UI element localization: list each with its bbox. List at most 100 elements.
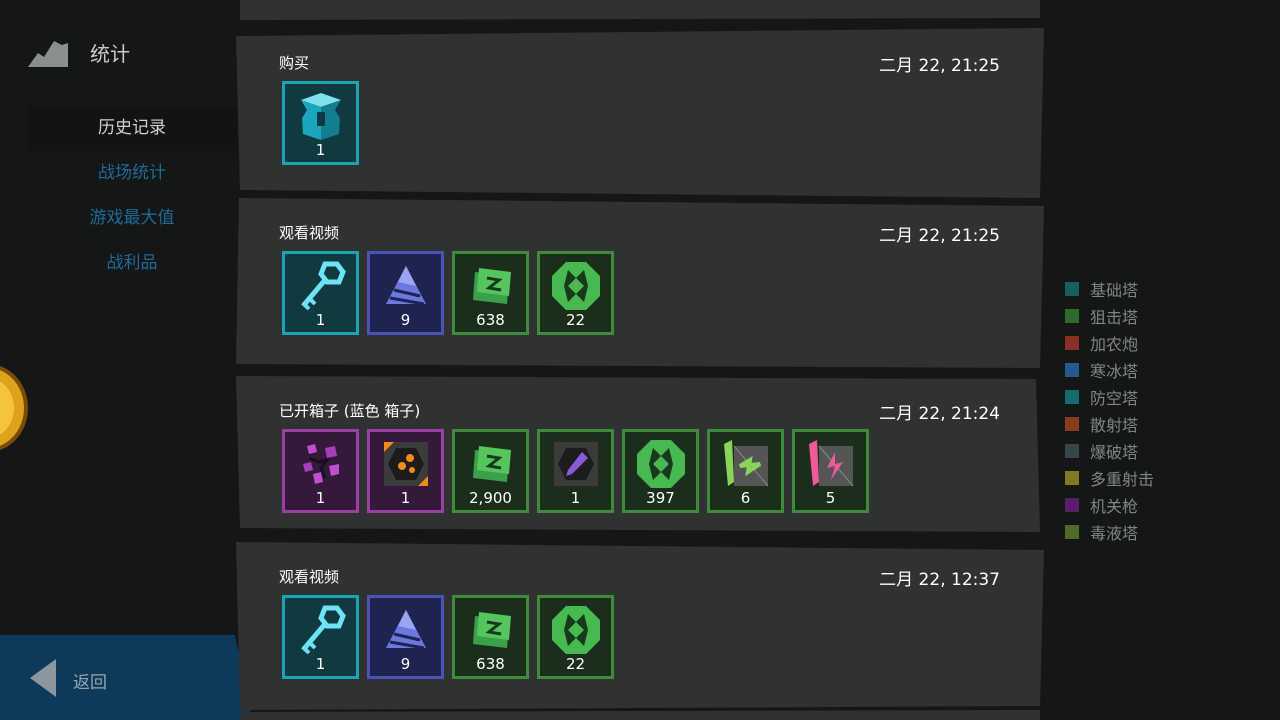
green-coin-icon	[637, 440, 685, 488]
green-banner-icon	[724, 440, 769, 487]
reward-qty: 1	[315, 141, 326, 159]
event-title: 已开箱子 (蓝色 箱子)	[279, 402, 421, 420]
purple-crystals-icon	[303, 444, 339, 484]
reward-tile[interactable]: 22	[537, 595, 614, 679]
event-time: 二月 22, 12:37	[879, 570, 1000, 590]
pink-banner-icon	[809, 440, 854, 487]
reward-qty: 1	[315, 489, 326, 507]
history-card: 购买 二月 22, 21:25 1	[236, 28, 1044, 198]
reward-tile[interactable]: 1	[367, 429, 444, 513]
scroll-icon	[473, 268, 511, 304]
blue-chest-icon	[301, 93, 341, 140]
back-arrow-icon	[30, 659, 56, 697]
legend-swatch	[1065, 416, 1079, 431]
reward-qty: 397	[646, 489, 675, 507]
legend-item: 爆破塔	[1065, 437, 1154, 464]
event-title: 观看视频	[279, 224, 340, 242]
reward-tile[interactable]: 1	[282, 251, 359, 335]
legend-label: 防空塔	[1090, 388, 1139, 408]
legend-swatch	[1065, 524, 1079, 539]
tile-pyramid-icon	[386, 266, 426, 306]
reward-qty: 2,900	[469, 489, 512, 507]
tile-pyramid-icon	[386, 610, 426, 650]
legend-swatch	[1065, 470, 1079, 485]
reward-tile[interactable]: 1	[282, 595, 359, 679]
scroll-icon	[473, 612, 511, 648]
history-list[interactable]: 购买 二月 22, 21:25 1 观看视频 二月 22, 21:25 1 9 …	[236, 0, 1044, 720]
legend-label: 爆破塔	[1090, 442, 1139, 462]
reward-tile[interactable]: 6	[707, 429, 784, 513]
history-card: 观看视频 二月 22, 21:25 1 9 638 22	[236, 198, 1044, 368]
reward-qty: 1	[570, 489, 581, 507]
reward-items: 1 1 2,900 1 397 6 5	[282, 429, 877, 513]
reward-tile[interactable]: 1	[537, 429, 614, 513]
reward-qty: 1	[315, 655, 326, 673]
reward-qty: 22	[565, 311, 586, 329]
legend-item: 多重射击	[1065, 464, 1154, 491]
legend-label: 散射塔	[1090, 415, 1139, 435]
reward-tile[interactable]: 638	[452, 595, 529, 679]
reward-qty: 1	[315, 311, 326, 329]
orange-module-icon	[384, 442, 428, 486]
back-button[interactable]: 返回	[0, 635, 252, 720]
legend-swatch	[1065, 281, 1079, 296]
stats-header: 统计	[28, 38, 130, 67]
legend-item: 毒液塔	[1065, 518, 1154, 545]
reward-tile[interactable]: 22	[537, 251, 614, 335]
legend-swatch	[1065, 389, 1079, 404]
page-title: 统计	[90, 42, 130, 66]
key-icon	[301, 261, 346, 311]
legend-label: 毒液塔	[1090, 523, 1139, 543]
key-icon	[301, 605, 346, 655]
legend-swatch	[1065, 335, 1079, 350]
nav-loot[interactable]: 战利品	[27, 241, 237, 286]
gold-coin-icon	[0, 366, 28, 450]
reward-tile[interactable]: 638	[452, 251, 529, 335]
reward-items: 1 9 638 22	[282, 251, 622, 335]
history-card: 已开箱子 (蓝色 箱子) 二月 22, 21:24 1 1 2,900 1 39…	[236, 376, 1040, 532]
legend-item: 加农炮	[1065, 329, 1154, 356]
reward-tile[interactable]: 9	[367, 595, 444, 679]
legend-item: 防空塔	[1065, 383, 1154, 410]
legend-item: 散射塔	[1065, 410, 1154, 437]
reward-qty: 5	[825, 489, 836, 507]
green-coin-icon	[552, 606, 600, 654]
legend-item: 寒冰塔	[1065, 356, 1154, 383]
legend-label: 狙击塔	[1090, 307, 1139, 327]
event-time: 二月 22, 21:25	[879, 56, 1000, 76]
reward-tile[interactable]: 2,900	[452, 429, 529, 513]
tower-legend: 基础塔 狙击塔 加农炮 寒冰塔 防空塔 散射塔 爆破塔 多重射击 机关枪 毒液塔	[1065, 275, 1154, 545]
reward-tile[interactable]: 1	[282, 429, 359, 513]
sidebar-nav: 历史记录 战场统计 游戏最大值 战利品	[27, 106, 237, 286]
reward-items: 1 9 638 22	[282, 595, 622, 679]
reward-tile[interactable]: 9	[367, 251, 444, 335]
legend-label: 多重射击	[1090, 469, 1155, 489]
nav-game-max[interactable]: 游戏最大值	[27, 196, 237, 241]
reward-qty: 638	[476, 655, 505, 673]
reward-qty: 22	[565, 655, 586, 673]
reward-tile[interactable]: 5	[792, 429, 869, 513]
legend-swatch	[1065, 443, 1079, 458]
mountain-icon	[28, 40, 68, 67]
nav-history[interactable]: 历史记录	[27, 106, 237, 151]
nav-battle-stats[interactable]: 战场统计	[27, 151, 237, 196]
legend-label: 加农炮	[1090, 334, 1139, 354]
event-title: 购买	[279, 54, 310, 72]
legend-item: 机关枪	[1065, 491, 1154, 518]
event-title: 观看视频	[279, 568, 340, 586]
reward-tile[interactable]: 397	[622, 429, 699, 513]
legend-item: 基础塔	[1065, 275, 1154, 302]
history-card-partial-top	[240, 0, 1040, 20]
back-label: 返回	[73, 673, 107, 693]
legend-item: 狙击塔	[1065, 302, 1154, 329]
legend-swatch	[1065, 362, 1079, 377]
reward-tile[interactable]: 1	[282, 81, 359, 165]
legend-swatch	[1065, 497, 1079, 512]
green-coin-icon	[552, 262, 600, 310]
reward-items: 1	[282, 81, 367, 165]
purple-module-icon	[554, 442, 598, 486]
event-time: 二月 22, 21:24	[879, 404, 1000, 424]
history-card-partial-bottom	[240, 710, 1040, 720]
history-card: 观看视频 二月 22, 12:37 1 9 638 22	[236, 542, 1044, 710]
legend-swatch	[1065, 308, 1079, 323]
